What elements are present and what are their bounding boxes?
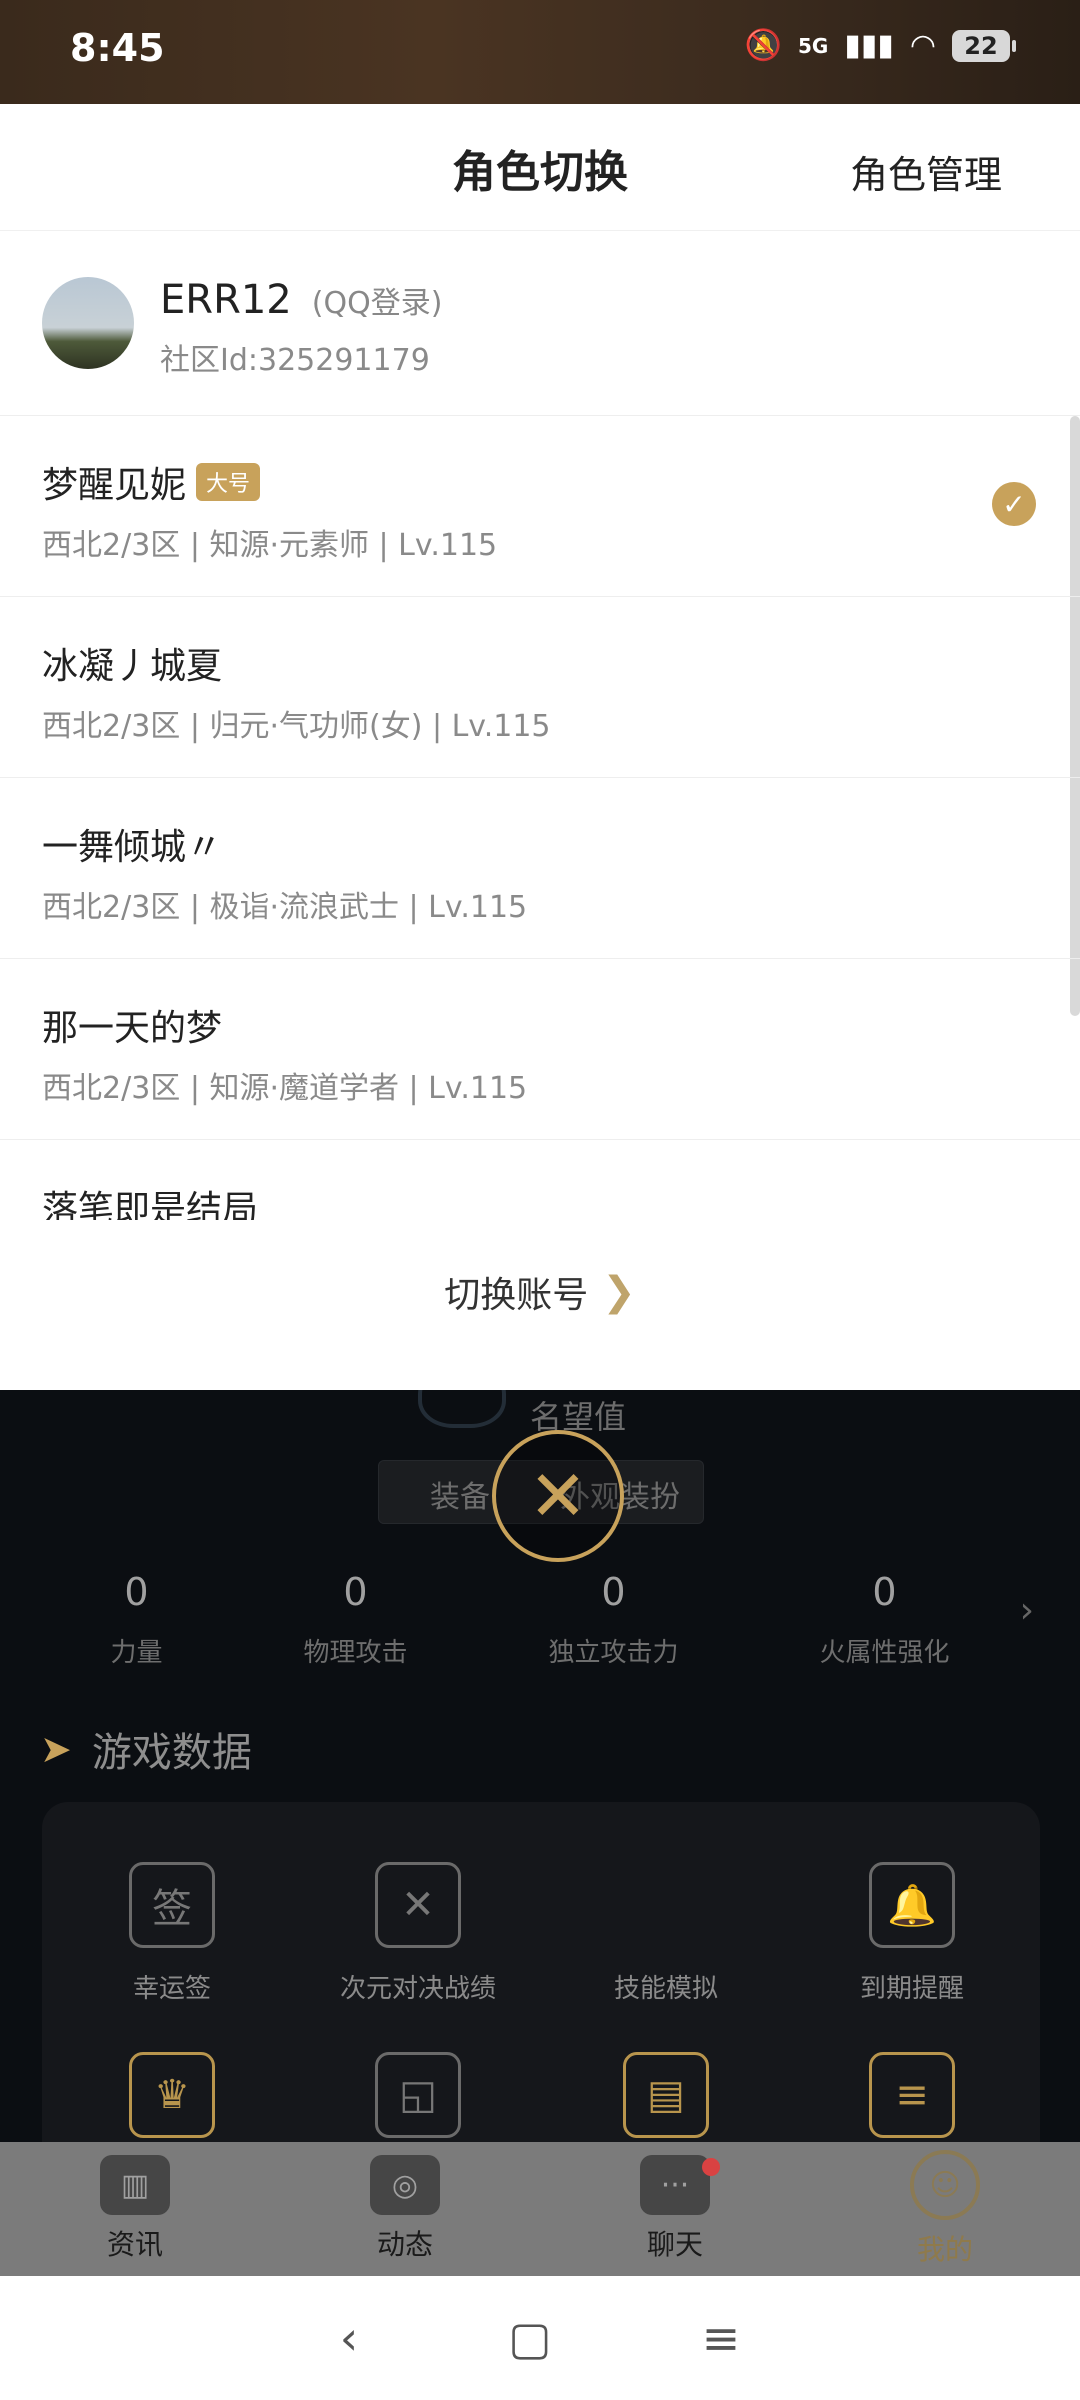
close-icon[interactable]: ✕ xyxy=(492,1430,624,1562)
account-name-row: ERR12 (QQ登录) xyxy=(160,277,442,323)
news-icon: ▥ xyxy=(100,2155,170,2215)
profile-icon: ☺ xyxy=(910,2150,980,2220)
home-icon[interactable]: ▢ xyxy=(508,2311,551,2365)
role-name: 一舞倾城〃 xyxy=(42,827,223,868)
game-label: 次元对决战绩 xyxy=(339,1974,496,2004)
switch-account-button[interactable]: 切换账号 ❯ xyxy=(0,1234,1080,1350)
stat-label: 力量 xyxy=(110,1638,163,1668)
dimension-duel-icon: ✕ xyxy=(375,1862,461,1948)
stat-value: 0 xyxy=(872,1570,897,1614)
main-account-badge: 大号 xyxy=(196,463,261,501)
game-label: 到期提醒 xyxy=(859,1974,964,2004)
check-icon: ✓ xyxy=(992,482,1036,526)
scroll-icon: ≡ xyxy=(869,2052,955,2138)
stat-label: 独立攻击力 xyxy=(548,1638,679,1668)
stat-value: 0 xyxy=(124,1570,149,1614)
game-lucky-sign[interactable]: 签 幸运签 xyxy=(52,1862,292,2005)
mute-icon: 🔕 xyxy=(744,28,782,63)
nav-label: 聊天 xyxy=(646,2228,703,2261)
game-expiry-reminder[interactable]: 🔔 到期提醒 xyxy=(792,1862,1032,2005)
role-name: 落笔即是结局 xyxy=(42,1189,259,1220)
role-item[interactable]: 那一天的梦 西北2/3区 | 知源·魔道学者 | Lv.115 xyxy=(0,959,1080,1140)
role-name-row: 梦醒见妮 大号 xyxy=(42,456,261,508)
bell-icon: 🔔 xyxy=(869,1862,955,1948)
game-label: 幸运签 xyxy=(132,1974,211,2004)
bag-icon: ◱ xyxy=(375,2052,461,2138)
role-info: 西北2/3区 | 知源·魔道学者 | Lv.115 xyxy=(42,1071,528,1106)
avatar xyxy=(42,277,134,369)
lucky-sign-icon: 签 xyxy=(129,1862,215,1948)
role-item[interactable]: 落笔即是结局 xyxy=(0,1140,1080,1220)
nav-label: 动态 xyxy=(376,2228,433,2261)
chat-icon: ··· xyxy=(640,2155,710,2215)
account-login-type: (QQ登录) xyxy=(311,286,443,321)
tab-equipment[interactable]: 装备 xyxy=(430,1472,490,1516)
game-dimension-duel[interactable]: ✕ 次元对决战绩 xyxy=(298,1862,538,2005)
stat-physical-attack: 0 物理攻击 xyxy=(303,1570,407,1669)
role-info: 西北2/3区 | 极诣·流浪武士 | Lv.115 xyxy=(42,890,528,925)
community-id: 社区Id:325291179 xyxy=(160,343,430,378)
nav-label: 我的 xyxy=(916,2233,973,2266)
role-name: 冰凝丿城夏 xyxy=(42,646,223,687)
stat-label: 火属性强化 xyxy=(819,1638,950,1668)
game-label: 技能模拟 xyxy=(613,1974,718,2004)
role-name: 那一天的梦 xyxy=(42,1008,223,1049)
menu-icon[interactable]: ≡ xyxy=(702,2311,741,2365)
role-item[interactable]: 一舞倾城〃 西北2/3区 | 极诣·流浪武士 | Lv.115 xyxy=(0,778,1080,959)
role-item[interactable]: 梦醒见妮 大号 西北2/3区 | 知源·元素师 | Lv.115 ✓ xyxy=(0,416,1080,597)
status-time: 8:45 xyxy=(70,26,165,70)
wifi-icon: ◠ xyxy=(909,28,936,63)
stat-strength: 0 力量 xyxy=(110,1570,162,1669)
role-item[interactable]: 冰凝丿城夏 西北2/3区 | 归元·气功师(女) | Lv.115 xyxy=(0,597,1080,778)
notification-dot xyxy=(702,2158,720,2176)
sheet-header: 角色切换 角色管理 xyxy=(0,104,1080,231)
role-list[interactable]: 梦醒见妮 大号 西北2/3区 | 知源·元素师 | Lv.115 ✓ 冰凝丿城夏… xyxy=(0,416,1080,1220)
crown-icon: ♛ xyxy=(129,2052,215,2138)
back-icon[interactable]: ‹ xyxy=(340,2311,358,2365)
feed-icon: ◎ xyxy=(370,2155,440,2215)
stat-value: 0 xyxy=(601,1570,626,1614)
role-switch-sheet: 角色切换 角色管理 ERR12 (QQ登录) 社区Id:325291179 梦醒见… xyxy=(0,104,1080,1390)
account-info: ERR12 (QQ登录) 社区Id:325291179 xyxy=(0,231,1080,416)
bottom-nav: ▥ 资讯 ◎ 动态 ··· 聊天 ☺ 我的 xyxy=(0,2142,1080,2276)
game-data-header: ➤ 游戏数据 xyxy=(40,1720,252,1778)
account-name: ERR12 xyxy=(160,277,292,323)
role-name: 梦醒见妮 xyxy=(42,465,187,506)
battery-icon: 22 xyxy=(952,29,1016,62)
status-icons: 🔕 5G ▮▮▮ ◠ 22 xyxy=(744,28,1016,63)
signal-icon: ▮▮▮ xyxy=(844,28,894,63)
role-info: 西北2/3区 | 归元·气功师(女) | Lv.115 xyxy=(42,709,551,744)
section-title: 游戏数据 xyxy=(91,1730,252,1776)
skill-sim-icon xyxy=(623,1862,709,1948)
stats-row: 0 力量 0 物理攻击 0 独立攻击力 0 火属性强化 xyxy=(40,1570,1020,1669)
nav-news[interactable]: ▥ 资讯 xyxy=(0,2142,270,2276)
stat-independent-attack: 0 独立攻击力 xyxy=(548,1570,678,1669)
stat-fire-enhance: 0 火属性强化 xyxy=(819,1570,949,1669)
role-manage-button[interactable]: 角色管理 xyxy=(850,144,1002,199)
map-icon: ▤ xyxy=(623,2052,709,2138)
arrow-icon: ➤ xyxy=(40,1727,72,1771)
stat-value: 0 xyxy=(343,1570,368,1614)
chevron-right-icon[interactable]: › xyxy=(1020,1590,1034,1631)
stat-label: 物理攻击 xyxy=(303,1638,408,1668)
chevron-right-icon: ❯ xyxy=(602,1269,636,1315)
nav-feed[interactable]: ◎ 动态 xyxy=(270,2142,540,2276)
nav-label: 资讯 xyxy=(106,2228,163,2261)
system-nav: ‹ ▢ ≡ xyxy=(0,2276,1080,2400)
nav-chat[interactable]: ··· 聊天 xyxy=(540,2142,810,2276)
network-label: 5G xyxy=(797,33,829,58)
game-skill-sim[interactable]: 技能模拟 xyxy=(546,1862,786,2005)
nav-profile[interactable]: ☺ 我的 xyxy=(810,2142,1080,2276)
role-info: 西北2/3区 | 知源·元素师 | Lv.115 xyxy=(42,528,498,563)
switch-account-label: 切换账号 xyxy=(444,1275,589,1316)
status-bar: 8:45 🔕 5G ▮▮▮ ◠ 22 xyxy=(0,0,1080,104)
